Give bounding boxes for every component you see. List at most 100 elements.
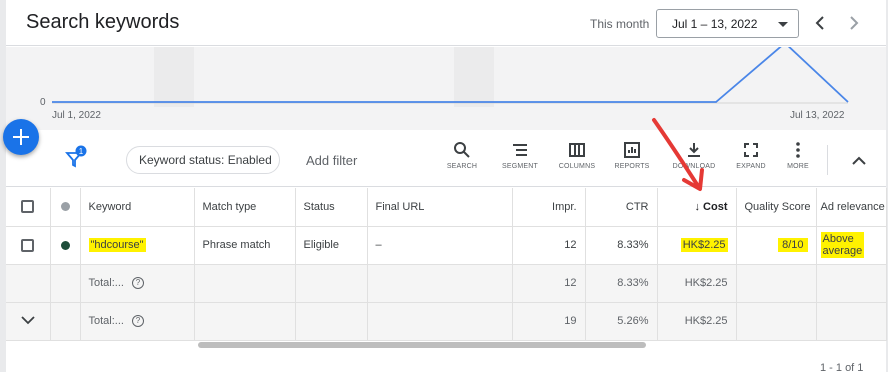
total-empty-cell — [736, 264, 817, 303]
ad-relevance-line2: average — [822, 245, 863, 257]
columns-tool-label: COLUMNS — [558, 163, 596, 170]
ad-relevance-line1: Above — [822, 233, 854, 245]
keywords-table: Keyword Match type Status Final URL Impr… — [6, 188, 887, 341]
ad-relevance-cell: Above average — [816, 226, 887, 265]
row-checkbox[interactable] — [21, 238, 35, 252]
chevron-right-icon[interactable] — [844, 13, 864, 33]
cost-cell: HK$2.25 — [657, 226, 737, 265]
keyword-cell: "hdcourse" — [80, 226, 195, 265]
cost-value: HK$2.25 — [680, 238, 728, 252]
toolbar-divider — [827, 145, 828, 175]
period-label: This month — [590, 17, 650, 31]
total-ctr-cell: 8.33% — [585, 264, 658, 303]
total-empty-cell — [50, 302, 81, 341]
chevron-up-icon[interactable] — [851, 153, 867, 165]
total-empty-cell — [736, 302, 817, 341]
search-icon — [454, 142, 470, 158]
total-impr-cell: 19 — [512, 302, 586, 341]
total-row: Total:...? 12 8.33% HK$2.25 — [6, 264, 887, 303]
segment-icon — [513, 144, 527, 156]
total-impr-cell: 12 — [512, 264, 586, 303]
date-range-picker[interactable]: Jul 1 – 13, 2022 — [656, 9, 799, 38]
total-empty-cell — [50, 264, 81, 303]
x-tick-label-start: Jul 1, 2022 — [52, 110, 101, 121]
segment-tool-label: SEGMENT — [501, 163, 538, 170]
total-empty-cell — [295, 264, 368, 303]
reports-tool-button[interactable]: REPORTS — [610, 141, 654, 181]
expand-icon — [744, 143, 758, 157]
date-range-value: Jul 1 – 13, 2022 — [672, 17, 758, 31]
page-title: Search keywords — [26, 11, 180, 33]
total-empty-cell — [816, 264, 887, 303]
table-header-row: Keyword Match type Status Final URL Impr… — [6, 188, 887, 227]
col-ctr[interactable]: CTR — [585, 188, 658, 227]
columns-icon — [569, 143, 585, 157]
horizontal-scrollbar[interactable] — [198, 342, 646, 348]
chevron-left-icon[interactable] — [810, 13, 830, 33]
total-empty-cell — [295, 302, 368, 341]
total-row: Total:...? 19 5.26% HK$2.25 — [6, 302, 887, 341]
col-match-type[interactable]: Match type — [194, 188, 296, 227]
total-empty-cell — [194, 264, 296, 303]
segment-tool-button[interactable]: SEGMENT — [498, 141, 542, 181]
row-status-cell — [50, 226, 81, 265]
table-toolbar: 1 Keyword status: Enabled Add filter SEA… — [6, 133, 886, 187]
status-dot-icon — [60, 202, 70, 212]
total-ctr-cell: 5.26% — [585, 302, 658, 341]
more-tool-label: MORE — [787, 163, 809, 170]
keyword-text[interactable]: "hdcourse" — [88, 238, 146, 252]
enabled-status-dot-icon — [60, 240, 70, 250]
download-icon — [688, 143, 700, 157]
chart-svg — [52, 47, 849, 104]
filter-badge: 1 — [79, 147, 84, 156]
status-dot-header — [50, 188, 81, 227]
reports-tool-label: REPORTS — [614, 163, 650, 170]
expand-tool-button[interactable]: EXPAND — [729, 141, 773, 181]
more-tool-button[interactable]: MORE — [776, 141, 820, 181]
total-empty-cell — [367, 264, 513, 303]
keyword-status-chip[interactable]: Keyword status: Enabled — [126, 146, 280, 174]
select-all-checkbox[interactable] — [21, 200, 35, 214]
row-select-cell — [6, 226, 51, 265]
dropdown-caret-icon — [778, 22, 788, 27]
expand-toggle-cell — [6, 302, 51, 341]
col-keyword[interactable]: Keyword — [80, 188, 195, 227]
add-filter-button[interactable]: Add filter — [306, 153, 357, 168]
final-url-cell: – — [367, 226, 513, 265]
table-row[interactable]: "hdcourse" Phrase match Eligible – 12 8.… — [6, 226, 887, 265]
col-ad-relevance[interactable]: Ad relevance — [816, 188, 887, 227]
help-icon[interactable]: ? — [131, 315, 144, 328]
col-quality-score[interactable]: Quality Score — [736, 188, 817, 227]
expand-tool-label: EXPAND — [736, 163, 766, 170]
col-status[interactable]: Status — [295, 188, 368, 227]
total-empty-cell — [367, 302, 513, 341]
performance-chart: 0 Jul 1, 2022 Jul 13, 2022 — [6, 47, 886, 130]
total-label: Total:... — [88, 276, 124, 289]
total-label: Total:... — [88, 314, 124, 327]
search-tool-button[interactable]: SEARCH — [440, 141, 484, 181]
chevron-down-icon[interactable] — [21, 315, 35, 325]
columns-tool-button[interactable]: COLUMNS — [555, 141, 599, 181]
y-tick-label: 0 — [40, 97, 46, 108]
col-impr[interactable]: Impr. — [512, 188, 586, 227]
total-empty-cell — [816, 302, 887, 341]
card-header: Search keywords This month Jul 1 – 13, 2… — [6, 0, 886, 46]
total-cost-cell: HK$2.25 — [657, 302, 737, 341]
download-tool-label: DOWNLOAD — [672, 163, 716, 170]
ctr-cell: 8.33% — [585, 226, 658, 265]
download-tool-button[interactable]: DOWNLOAD — [672, 141, 716, 181]
total-empty-cell — [194, 302, 296, 341]
col-cost[interactable]: ↓ Cost — [657, 188, 737, 227]
pagination-label: 1 - 1 of 1 — [820, 362, 864, 372]
match-type-cell[interactable]: Phrase match — [194, 226, 296, 265]
col-cost-label: Cost — [703, 200, 728, 213]
filter-icon[interactable]: 1 — [64, 145, 87, 169]
x-tick-label-end: Jul 13, 2022 — [790, 110, 845, 121]
col-final-url[interactable]: Final URL — [367, 188, 513, 227]
status-cell: Eligible — [295, 226, 368, 265]
chart-series-line — [52, 47, 849, 103]
help-icon[interactable]: ? — [131, 277, 144, 290]
quality-score-cell: 8/10 — [736, 226, 817, 265]
add-button[interactable] — [3, 119, 39, 155]
reports-icon — [624, 142, 640, 158]
